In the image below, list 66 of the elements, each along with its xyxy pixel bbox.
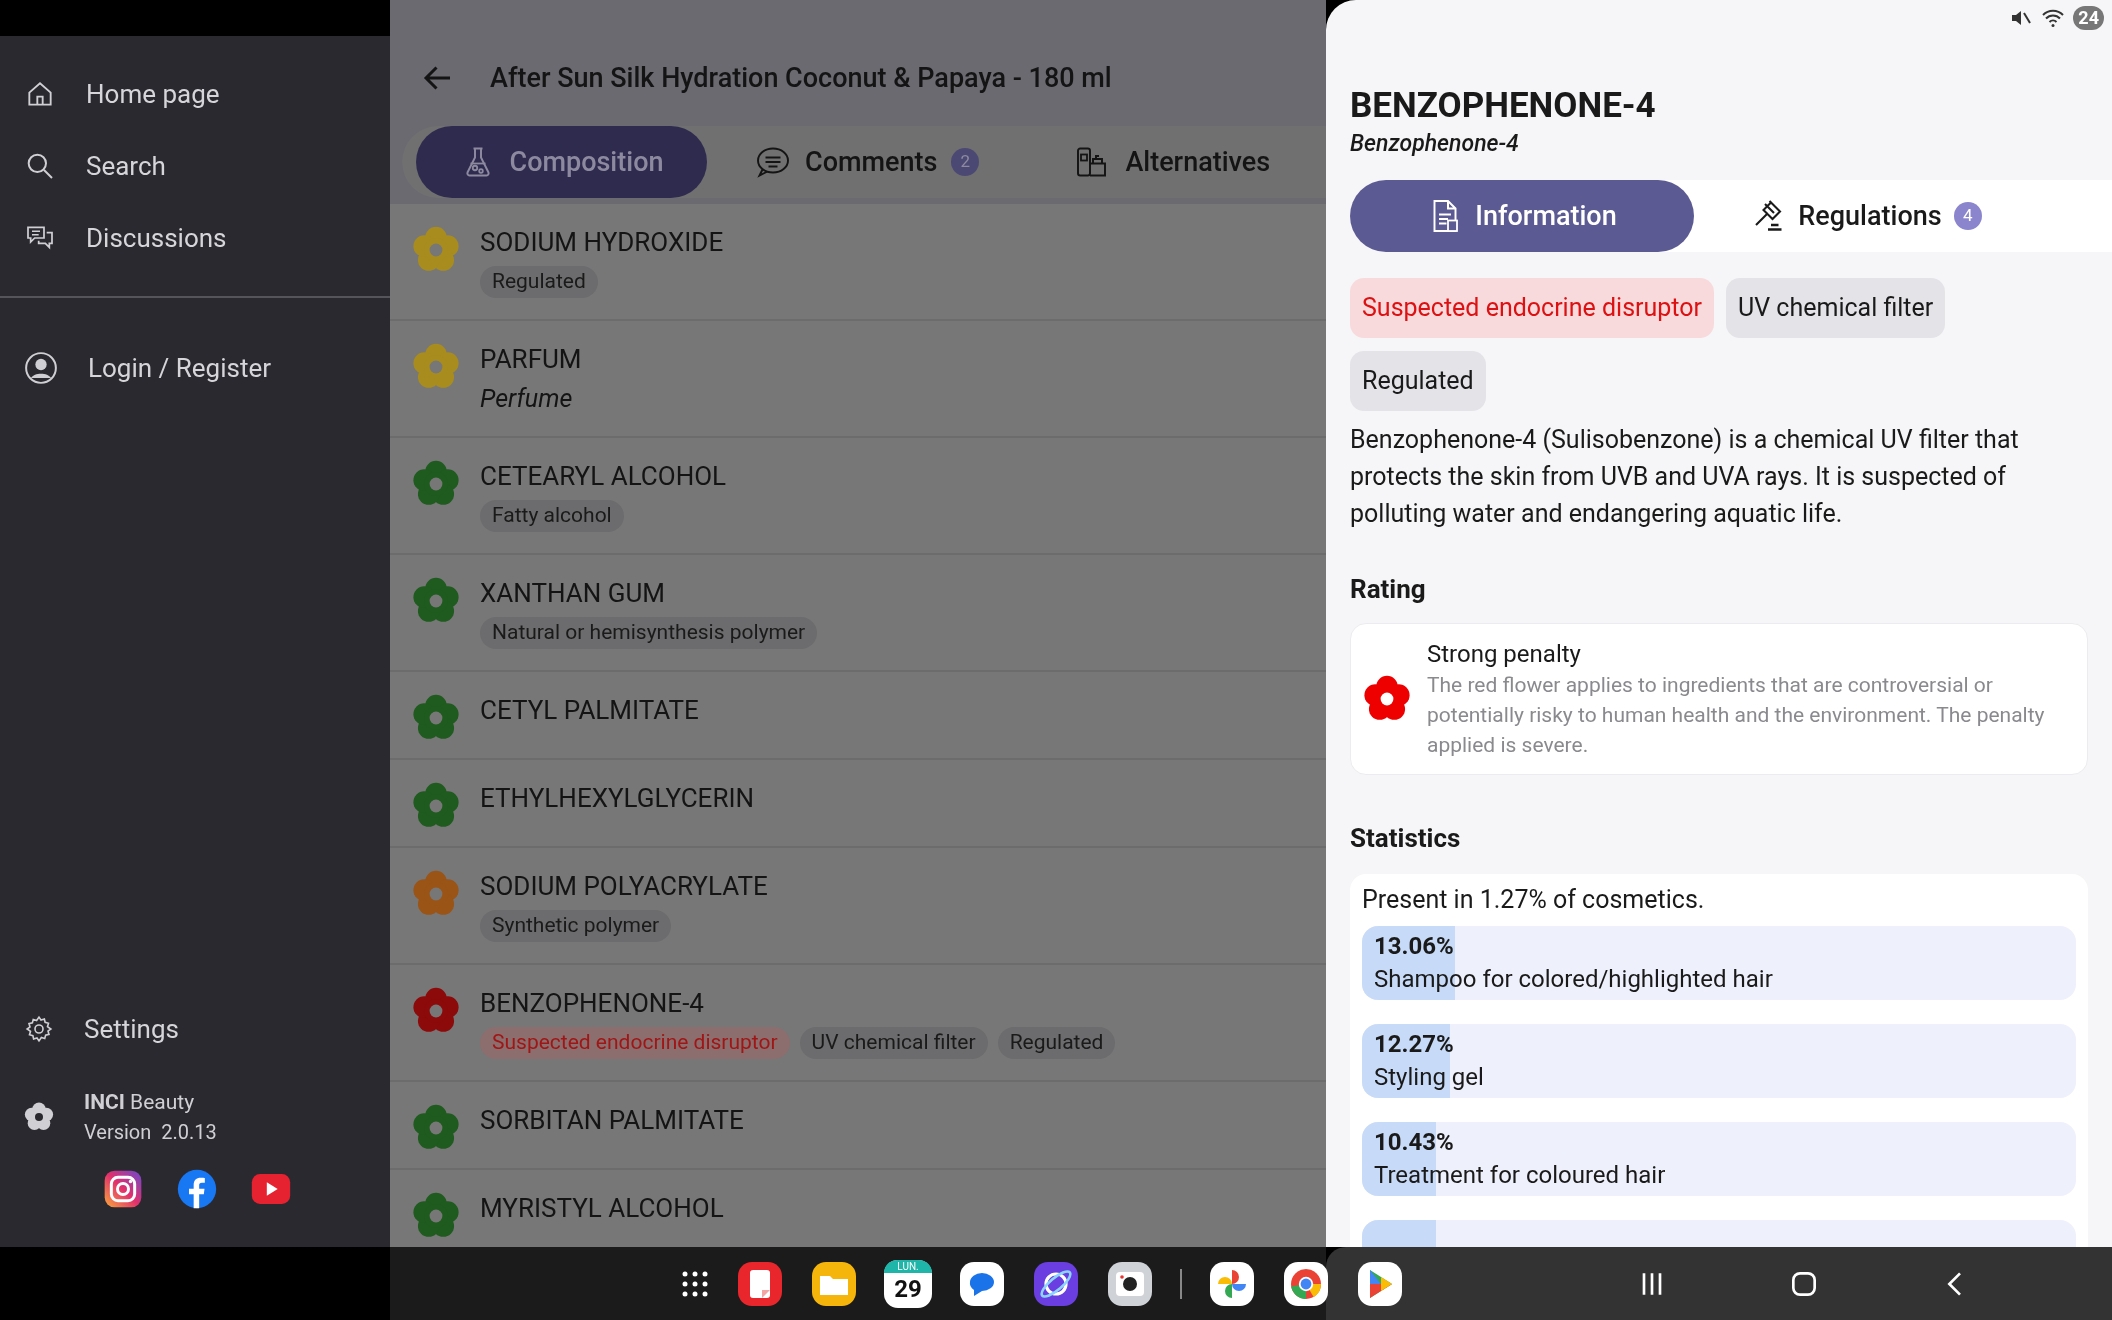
ingredient-name: SODIUM POLYACRYLATE bbox=[480, 870, 768, 902]
ingredient-row[interactable]: CETEARYL ALCOHOL Fatty alcohol bbox=[390, 438, 1326, 555]
tag: Suspected endocrine disruptor bbox=[1350, 278, 1714, 338]
tab[interactable]: Information bbox=[1350, 180, 1694, 252]
tag: Regulated bbox=[1350, 351, 1486, 411]
ingredient-name: MYRISTYL ALCOHOL bbox=[480, 1192, 724, 1224]
stat-label: Shampoo for colored/highlighted hair bbox=[1374, 964, 1774, 995]
settings-item[interactable]: Settings bbox=[0, 993, 390, 1065]
nav-item[interactable]: Discussions bbox=[0, 202, 390, 274]
presence-text: Present in 1.27% of cosmetics. bbox=[1362, 884, 1706, 916]
section-heading: Rating bbox=[1350, 573, 1427, 606]
stat-percent: 10.43% bbox=[1374, 1127, 1455, 1158]
facebook-icon[interactable] bbox=[177, 1169, 217, 1209]
user-icon bbox=[24, 351, 58, 385]
tag: UV chemical filter bbox=[1726, 278, 1946, 338]
ingredient-row[interactable]: XANTHAN GUM Natural or hemisynthesis polymer bbox=[390, 555, 1326, 672]
ingredient-name: ETHYLHEXYLGLYCERIN bbox=[480, 782, 755, 814]
tag: Natural or hemisynthesis polymer bbox=[480, 617, 818, 649]
count-badge: 4 bbox=[1953, 202, 1982, 230]
tag: Synthetic polymer bbox=[480, 910, 672, 942]
rating-title: Strong penalty bbox=[1427, 639, 1582, 670]
ingredient-row[interactable]: ETHYLHEXYLGLYCERIN bbox=[390, 760, 1326, 848]
description-text: Benzophenone-4 (Sulisobenzone) is a chemical UV filter that protects the skin from UVB and UVA rays. It is suspected of polluting water and endangering aquatic life. bbox=[1350, 424, 2020, 530]
stat-label: Treatment for coloured hair bbox=[1374, 1160, 1667, 1191]
app-name: INCI Beauty bbox=[84, 1089, 196, 1116]
ingredient-subtitle: Benzophenone-4 bbox=[1350, 129, 1520, 159]
product-title: After Sun Silk Hydration Coconut & Papaya - 180 ml bbox=[490, 60, 1112, 96]
rating-description: The red flower applies to ingredients that are controversial or potentially risky to human health and the environment. The penalty applied is severe. bbox=[1427, 672, 2046, 759]
tag: Regulated bbox=[997, 1027, 1116, 1059]
ingredient-row[interactable]: BENZOPHENONE-4 Suspected endocrine disruptor UV chemical filter Regulated bbox=[390, 965, 1326, 1082]
stat-label: Styling gel bbox=[1374, 1062, 1485, 1093]
ingredient-name: SORBITAN PALMITATE bbox=[480, 1104, 744, 1136]
tag: Fatty alcohol bbox=[480, 500, 624, 532]
tab[interactable]: Composition bbox=[416, 126, 707, 198]
ingredient-title: BENZOPHENONE-4 bbox=[1350, 84, 1657, 128]
ingredient-row[interactable]: CETYL PALMITATE bbox=[390, 672, 1326, 760]
tab[interactable]: Alternatives bbox=[1027, 126, 1319, 198]
nav-item[interactable]: Search bbox=[0, 130, 390, 202]
stat-percent: 12.27% bbox=[1374, 1029, 1455, 1060]
version-text: Version 2.0.13 bbox=[84, 1119, 217, 1146]
ingredient-name: XANTHAN GUM bbox=[480, 577, 666, 609]
ingredient-name: PARFUM bbox=[480, 343, 582, 375]
ingredient-name: SODIUM HYDROXIDE bbox=[480, 226, 724, 258]
tab[interactable]: Comments 2 bbox=[707, 126, 1028, 198]
count-badge: 2 bbox=[951, 148, 980, 176]
ingredient-row[interactable]: PARFUM Perfume bbox=[390, 321, 1326, 438]
ingredient-subtitle: Perfume bbox=[480, 383, 574, 415]
instagram-icon[interactable] bbox=[103, 1169, 143, 1209]
flower-logo-icon bbox=[24, 1102, 54, 1132]
ingredient-name: CETYL PALMITATE bbox=[480, 694, 699, 726]
tag: Suspected endocrine disruptor bbox=[480, 1027, 790, 1059]
login-item[interactable]: Login / Register bbox=[0, 332, 390, 404]
ingredient-name: BENZOPHENONE-4 bbox=[480, 987, 705, 1019]
calendar-app[interactable]: LUN. 29 bbox=[884, 1259, 932, 1308]
ingredient-row[interactable]: SODIUM HYDROXIDE Regulated bbox=[390, 204, 1326, 321]
tag: Regulated bbox=[480, 266, 598, 298]
battery-level: 24 bbox=[2073, 6, 2104, 30]
tab[interactable]: Regulations 4 bbox=[1694, 180, 2038, 252]
nav-item[interactable]: Home page bbox=[0, 58, 390, 130]
tag: UV chemical filter bbox=[799, 1027, 988, 1059]
section-heading: Statistics bbox=[1350, 822, 1462, 855]
ingredient-row[interactable]: SODIUM POLYACRYLATE Synthetic polymer bbox=[390, 848, 1326, 965]
ingredient-row[interactable]: SORBITAN PALMITATE bbox=[390, 1082, 1326, 1170]
stat-percent: 13.06% bbox=[1374, 931, 1455, 962]
ingredient-name: CETEARYL ALCOHOL bbox=[480, 460, 727, 492]
settings-icon bbox=[24, 1014, 54, 1044]
